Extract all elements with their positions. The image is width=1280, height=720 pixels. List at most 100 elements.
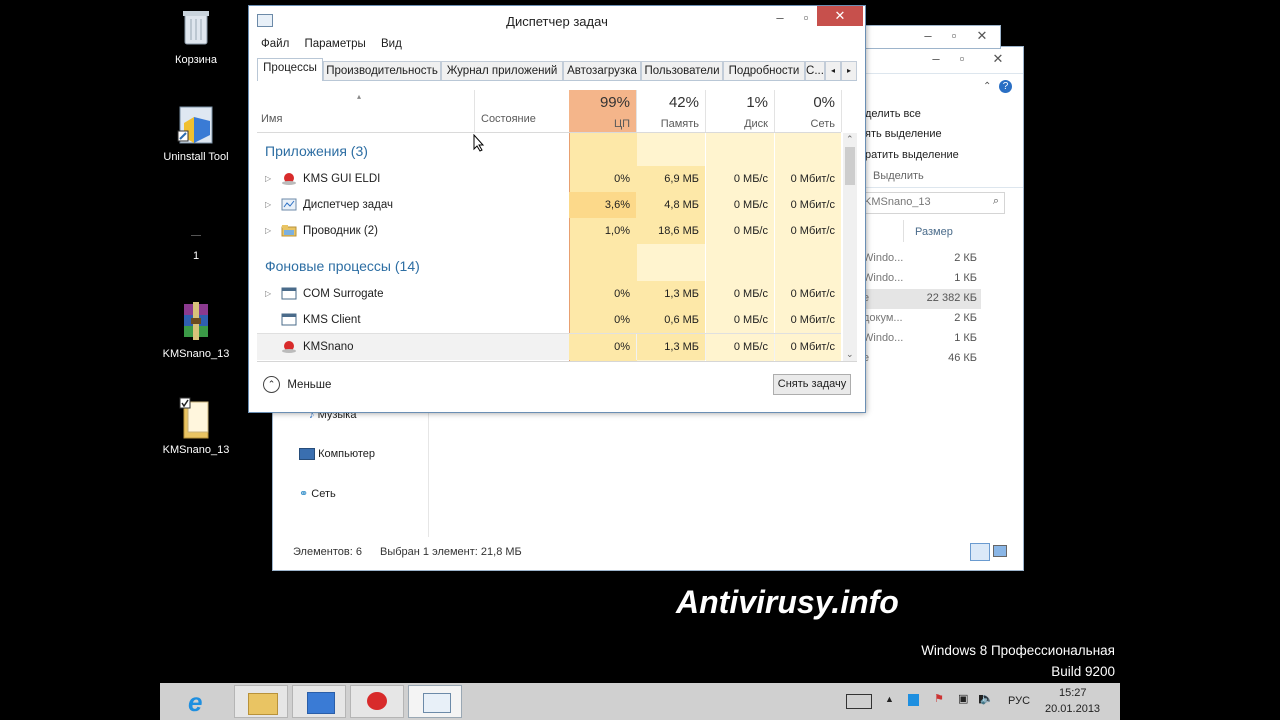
menu-options[interactable]: Параметры xyxy=(304,38,365,50)
menu-bar: Файл Параметры Вид xyxy=(261,38,414,50)
search-icon: ⌕ xyxy=(992,195,999,207)
taskbar-kms-app[interactable] xyxy=(350,685,404,718)
desktop-icon-1[interactable]: 1 xyxy=(151,225,241,262)
network-value: 0 Мбит/с xyxy=(790,173,835,185)
column-header-cpu[interactable]: 99% ЦП xyxy=(569,90,637,132)
process-row[interactable]: ▷ COM Surrogate 0% 1,3 МБ 0 МБ/с 0 Мбит/… xyxy=(257,281,841,307)
menu-file[interactable]: Файл xyxy=(261,38,289,50)
column-header-status[interactable]: Состояние xyxy=(481,113,536,125)
column-divider xyxy=(903,220,904,242)
tab-app-history[interactable]: Журнал приложений xyxy=(441,61,563,80)
taskbar-internet-explorer[interactable]: e xyxy=(176,685,230,718)
touch-keyboard-icon[interactable] xyxy=(846,694,872,709)
scrollbar-thumb[interactable] xyxy=(845,147,855,185)
desktop-icon-kmsnano-archive[interactable]: KMSnano_13 xyxy=(151,300,241,360)
tab-details[interactable]: Подробности xyxy=(723,61,805,80)
tab-startup[interactable]: Автозагрузка xyxy=(563,61,641,80)
expand-arrow-icon[interactable]: ▷ xyxy=(265,174,271,183)
show-hidden-icons[interactable]: ▲ xyxy=(885,694,894,704)
folder-icon xyxy=(248,693,278,715)
column-header-disk[interactable]: 1% Диск xyxy=(706,90,775,132)
scroll-down-icon[interactable]: ⌄ xyxy=(846,349,854,360)
file-row-selected[interactable]: е 22 382 КБ xyxy=(859,289,981,309)
ribbon-collapse-icon[interactable]: ⌃ xyxy=(983,81,991,92)
cpu-value: 0% xyxy=(614,173,630,185)
action-center-flag-icon[interactable]: ⚑ xyxy=(934,692,944,705)
maximize-button[interactable]: ▫ xyxy=(793,8,819,28)
explorer-maximize-button[interactable]: ▫ xyxy=(949,49,975,69)
column-header-name[interactable]: Имя xyxy=(261,113,282,125)
column-header-network[interactable]: 0% Сеть xyxy=(775,90,842,132)
network-value: 0 Мбит/с xyxy=(790,288,835,300)
winrar-archive-icon xyxy=(176,300,216,344)
tab-scroll-right[interactable]: ▸ xyxy=(841,61,857,80)
cpu-percent: 99% xyxy=(599,94,630,111)
disk-value: 0 МБ/с xyxy=(733,314,768,326)
desktop-icon-kmsnano-folder[interactable]: KMSnano_13 xyxy=(151,396,241,456)
process-name: KMS Client xyxy=(303,314,361,326)
nav-item-network[interactable]: ⚭ Сеть xyxy=(299,487,336,500)
process-name: Диспетчер задач xyxy=(303,199,393,211)
tab-services[interactable]: С... xyxy=(805,61,825,80)
file-row[interactable]: докум... 2 КБ xyxy=(859,309,981,329)
tab-scroll-left[interactable]: ◂ xyxy=(825,61,841,80)
clock-time[interactable]: 15:27 xyxy=(1059,687,1087,699)
taskbar-task-manager[interactable] xyxy=(408,685,462,718)
vertical-scrollbar[interactable]: ⌃ ⌄ xyxy=(843,133,857,361)
close-button[interactable]: ✕ xyxy=(817,6,863,26)
os-build-text: Build 9200 xyxy=(1051,664,1115,679)
help-icon[interactable]: ? xyxy=(999,80,1012,93)
network-status-icon[interactable]: ▣ xyxy=(958,692,968,705)
file-size: 22 382 КБ xyxy=(926,292,977,304)
expand-arrow-icon[interactable]: ▷ xyxy=(265,289,271,298)
ribbon-invert-selection[interactable]: ратить выделение xyxy=(865,149,959,161)
process-row-selected[interactable]: KMSnano 0% 1,3 МБ 0 МБ/с 0 Мбит/с xyxy=(257,333,841,360)
file-row[interactable]: Windo... 1 КБ xyxy=(859,329,981,349)
column-header-size[interactable]: Размер xyxy=(915,226,953,238)
desktop-icon-uninstall-tool[interactable]: Uninstall Tool xyxy=(151,103,241,163)
close-button[interactable]: ✕ xyxy=(969,26,995,46)
volume-icon[interactable]: 🔈 xyxy=(980,692,994,705)
process-row[interactable]: KMS Client 0% 0,6 МБ 0 МБ/с 0 Мбит/с xyxy=(257,307,841,333)
tab-processes[interactable]: Процессы xyxy=(257,58,323,81)
process-name: KMS GUI ELDI xyxy=(303,173,381,185)
maximize-button[interactable]: ▫ xyxy=(941,26,967,46)
file-row[interactable]: е 46 КБ xyxy=(859,349,981,369)
cpu-value: 0% xyxy=(614,314,630,326)
ribbon-deselect[interactable]: ять выделение xyxy=(865,128,942,140)
process-row[interactable]: ▷ KMS GUI ELDI 0% 6,9 МБ 0 МБ/с 0 Мбит/с xyxy=(257,166,841,192)
task-manager-window[interactable]: Диспетчер задач – ▫ ✕ Файл Параметры Вид… xyxy=(248,5,866,413)
file-row[interactable]: Windo... 2 КБ xyxy=(859,249,981,269)
taskbar-explorer[interactable] xyxy=(234,685,288,718)
fewer-details-button[interactable]: ⌃ Меньше xyxy=(263,376,331,393)
tab-performance[interactable]: Производительность xyxy=(323,61,441,80)
scroll-up-icon[interactable]: ⌃ xyxy=(846,134,854,145)
clock-date[interactable]: 20.01.2013 xyxy=(1045,703,1100,715)
expand-arrow-icon[interactable]: ▷ xyxy=(265,200,271,209)
tab-users[interactable]: Пользователи xyxy=(641,61,723,80)
expand-arrow-icon[interactable]: ▷ xyxy=(265,226,271,235)
large-icons-view-icon[interactable] xyxy=(993,545,1007,557)
minimize-button[interactable]: – xyxy=(915,26,941,46)
taskbar-control-panel[interactable] xyxy=(292,685,346,718)
process-row[interactable]: ▷ Проводник (2) 1,0% 18,6 МБ 0 МБ/с 0 Мб… xyxy=(257,218,841,244)
file-row[interactable]: Windo... 1 КБ xyxy=(859,269,981,289)
end-task-button[interactable]: Снять задачу xyxy=(773,374,851,395)
search-box[interactable]: KMSnano_13 ⌕ xyxy=(859,192,1005,214)
explorer-minimize-button[interactable]: – xyxy=(923,49,949,69)
column-header-memory[interactable]: 42% Память xyxy=(637,90,706,132)
control-panel-icon xyxy=(307,692,335,714)
tray-app-icon[interactable] xyxy=(908,694,919,706)
ribbon-select-all[interactable]: делить все xyxy=(865,108,921,120)
details-view-icon[interactable] xyxy=(970,543,990,561)
group-header-apps: Приложения (3) xyxy=(265,143,368,159)
taskbar: e ▲ ⚑ ▣ ▮ 🔈 РУС 15:27 20.01.2013 xyxy=(160,683,1120,720)
input-language[interactable]: РУС xyxy=(1008,695,1030,707)
nav-item-computer[interactable]: Компьютер xyxy=(299,448,375,461)
process-row[interactable]: ▷ Диспетчер задач 3,6% 4,8 МБ 0 МБ/с 0 М… xyxy=(257,192,841,218)
menu-view[interactable]: Вид xyxy=(381,38,402,50)
explorer-close-button[interactable]: ✕ xyxy=(985,49,1011,69)
minimize-button[interactable]: – xyxy=(767,8,793,28)
search-input[interactable]: KMSnano_13 xyxy=(864,196,931,208)
desktop-icon-recycle-bin[interactable]: Корзина xyxy=(151,6,241,66)
